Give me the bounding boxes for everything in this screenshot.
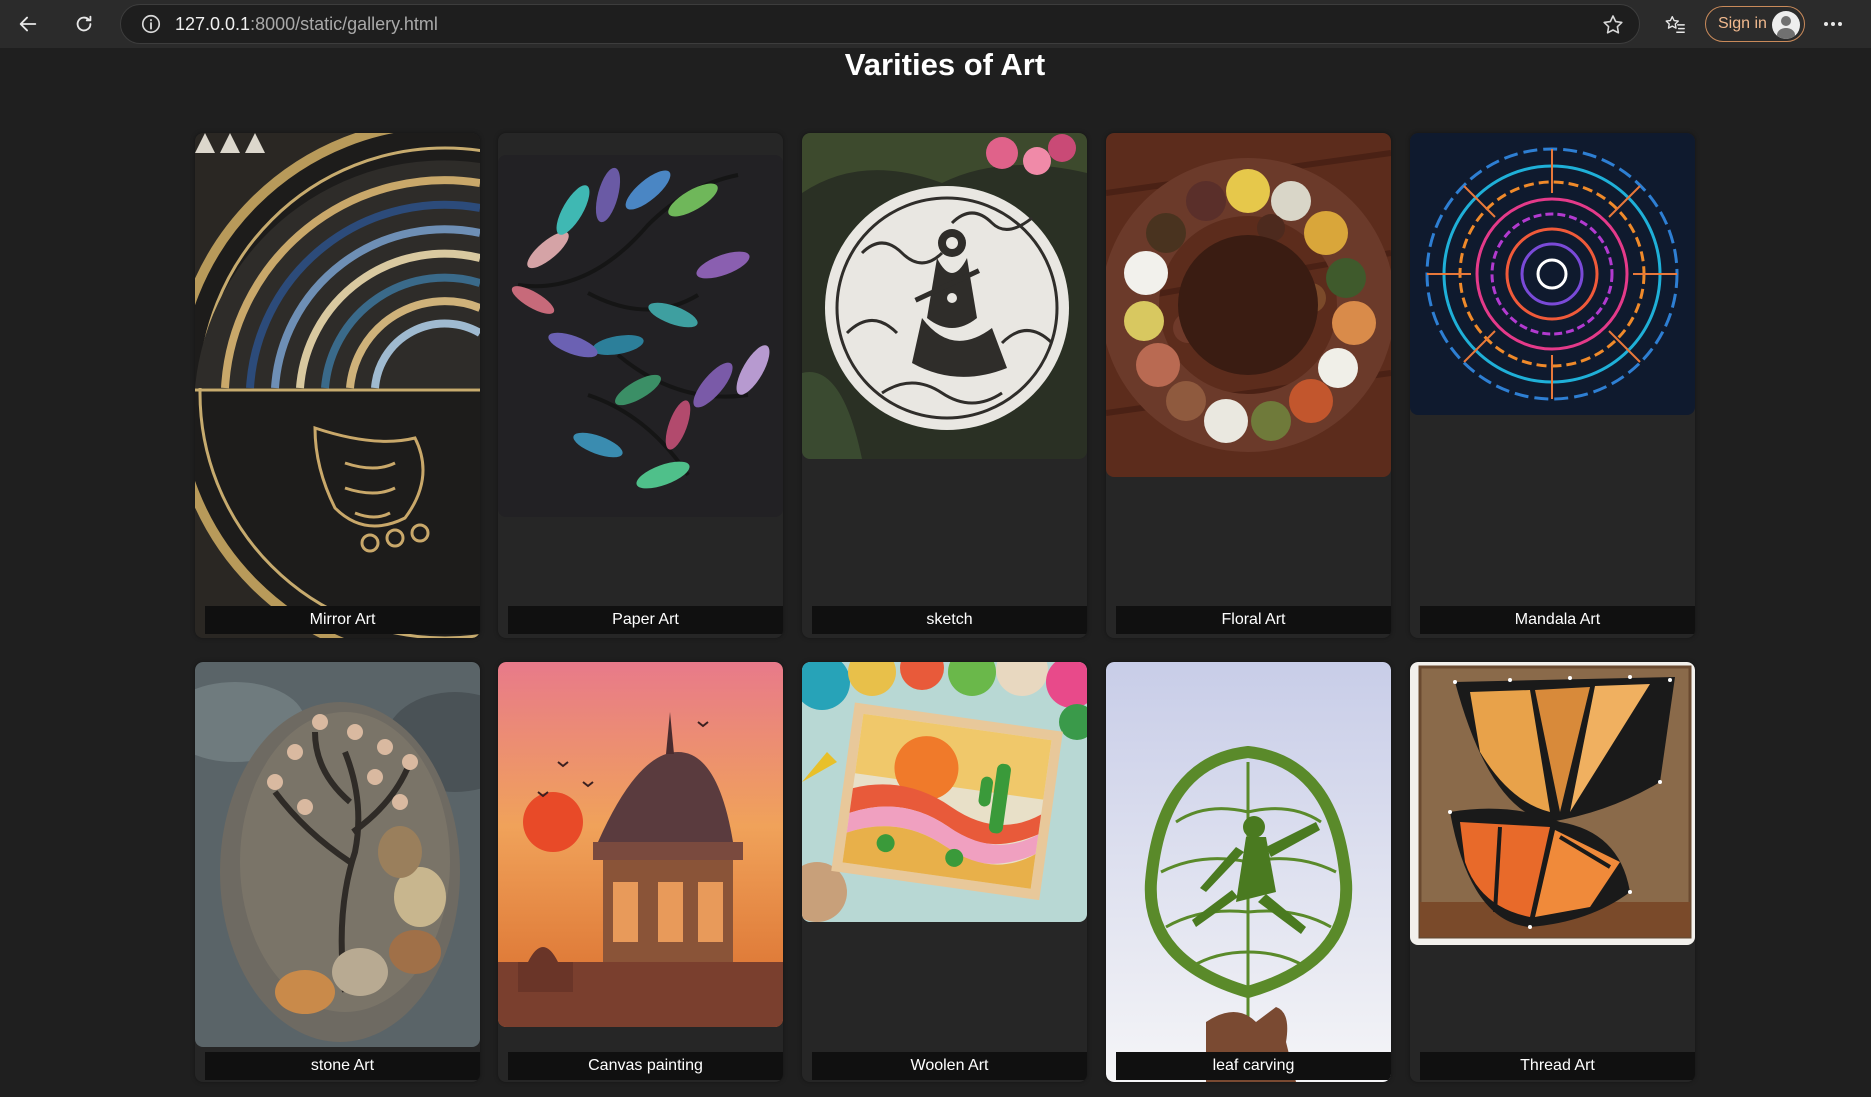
paper-art-image xyxy=(498,155,783,517)
card-label: Woolen Art xyxy=(812,1052,1087,1080)
url-path: :8000/static/gallery.html xyxy=(250,13,438,34)
card-label: Mirror Art xyxy=(205,606,480,634)
card-label: stone Art xyxy=(205,1052,480,1080)
card-label: Canvas painting xyxy=(508,1052,783,1080)
reload-icon xyxy=(76,15,92,32)
gallery-card-canvas-painting[interactable]: Canvas painting xyxy=(498,662,783,1082)
favorites-list-icon xyxy=(1665,15,1685,33)
arrow-left-icon xyxy=(19,16,37,32)
gallery-card-woolen-art[interactable]: Woolen Art xyxy=(802,662,1087,1082)
card-label: Floral Art xyxy=(1116,606,1391,634)
sign-in-button[interactable]: Sign in xyxy=(1705,6,1805,42)
page-content: Varities of Art Mirror Art Paper Art ske… xyxy=(0,48,1871,1097)
leaf-carving-image xyxy=(1106,662,1391,1082)
gallery-card-stone-art[interactable]: stone Art xyxy=(195,662,480,1082)
stone-art-image xyxy=(195,662,480,1047)
card-label: Paper Art xyxy=(508,606,783,634)
gallery-card-floral-art[interactable]: Floral Art xyxy=(1106,133,1391,638)
sketch-image xyxy=(802,133,1087,459)
info-icon[interactable] xyxy=(139,12,163,36)
mandala-art-image xyxy=(1410,133,1695,415)
gallery-card-thread-art[interactable]: Thread Art xyxy=(1410,662,1695,1082)
browser-toolbar: 127.0.0.1:8000/static/gallery.html Sign … xyxy=(0,0,1871,48)
card-label: leaf carving xyxy=(1116,1052,1391,1080)
gallery-card-mandala-art[interactable]: Mandala Art xyxy=(1410,133,1695,638)
floral-art-image xyxy=(1106,133,1391,477)
gallery-card-paper-art[interactable]: Paper Art xyxy=(498,133,783,638)
card-label: Mandala Art xyxy=(1420,606,1695,634)
gallery-card-leaf-carving[interactable]: leaf carving xyxy=(1106,662,1391,1082)
avatar xyxy=(1772,11,1800,39)
address-bar[interactable]: 127.0.0.1:8000/static/gallery.html xyxy=(120,4,1640,44)
woolen-art-image xyxy=(802,662,1087,922)
gallery-card-mirror-art[interactable]: Mirror Art xyxy=(195,133,480,638)
gallery-card-sketch[interactable]: sketch xyxy=(802,133,1087,638)
card-label: Thread Art xyxy=(1420,1052,1695,1080)
favorite-star-icon[interactable] xyxy=(1601,13,1625,37)
back-button[interactable] xyxy=(10,6,46,42)
reload-button[interactable] xyxy=(66,6,102,42)
canvas-painting-image xyxy=(498,662,783,1027)
sign-in-label: Sign in xyxy=(1718,15,1767,32)
more-options-icon[interactable] xyxy=(1818,12,1848,36)
thread-art-image xyxy=(1410,662,1695,945)
url-host: 127.0.0.1 xyxy=(175,13,251,34)
page-title: Varities of Art xyxy=(844,47,1046,82)
favorites-button[interactable] xyxy=(1657,6,1693,42)
card-label: sketch xyxy=(812,606,1087,634)
mirror-art-image xyxy=(195,133,480,638)
